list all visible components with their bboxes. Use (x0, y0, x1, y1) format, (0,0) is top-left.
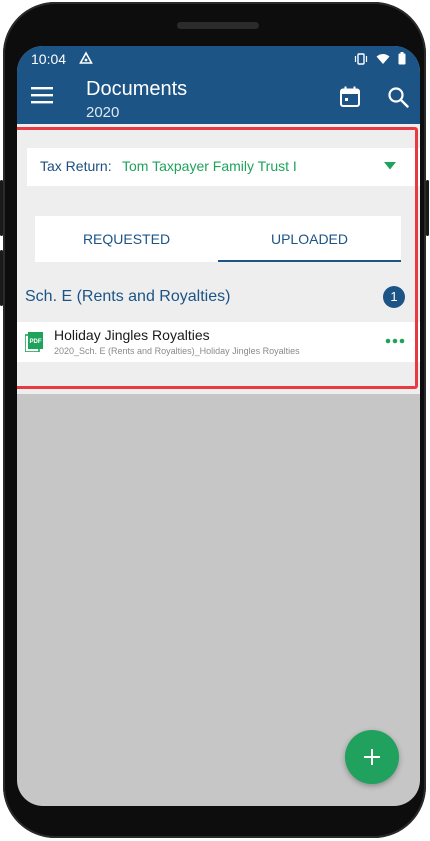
status-bar: 10:04 (17, 46, 420, 72)
side-button-power (426, 180, 429, 236)
page-title: Documents (86, 78, 188, 100)
tab-selected-indicator (218, 260, 401, 262)
calendar-icon[interactable] (339, 86, 361, 108)
add-document-button[interactable] (345, 730, 399, 784)
app-notification-icon (79, 51, 93, 64)
pdf-icon: PDF (25, 332, 43, 352)
battery-icon (398, 52, 406, 65)
tab-uploaded[interactable]: UPLOADED (218, 216, 401, 262)
vibrate-icon (354, 52, 368, 65)
wifi-icon (376, 53, 390, 64)
page-subtitle: 2020 (86, 104, 120, 121)
document-filename: 2020_Sch. E (Rents and Royalties)_Holida… (54, 346, 300, 356)
document-row[interactable]: PDF Holiday Jingles Royalties 2020_Sch. … (17, 322, 420, 362)
phone-frame: 10:04 Documents 2020 Tax Return: Tom Tax… (0, 2, 429, 838)
side-button-volume (0, 180, 3, 236)
tax-return-value: Tom Taxpayer Family Trust I (122, 158, 297, 174)
tab-requested[interactable]: REQUESTED (35, 216, 218, 262)
svg-text:PDF: PDF (30, 339, 42, 345)
dropdown-arrow-icon[interactable] (384, 162, 396, 170)
app-bar: Documents 2020 (17, 72, 420, 124)
documents-content: Tax Return: Tom Taxpayer Family Trust I … (17, 124, 420, 394)
earpiece-speaker (177, 22, 259, 29)
section-title: Sch. E (Rents and Royalties) (25, 288, 231, 305)
screen: 10:04 Documents 2020 Tax Return: Tom Tax… (17, 46, 420, 806)
status-icons (354, 52, 406, 65)
document-title: Holiday Jingles Royalties (54, 327, 210, 343)
count-badge: 1 (383, 286, 405, 308)
add-icon (364, 749, 380, 765)
side-button-bixby (0, 250, 3, 306)
search-icon[interactable] (387, 86, 409, 108)
more-options-icon[interactable] (385, 336, 405, 346)
tax-return-label: Tax Return: (40, 158, 112, 174)
document-tabs: REQUESTED UPLOADED (35, 216, 401, 262)
tax-return-selector[interactable]: Tax Return: Tom Taxpayer Family Trust I (27, 148, 420, 186)
status-time: 10:04 (31, 51, 67, 67)
menu-icon[interactable] (31, 86, 53, 104)
